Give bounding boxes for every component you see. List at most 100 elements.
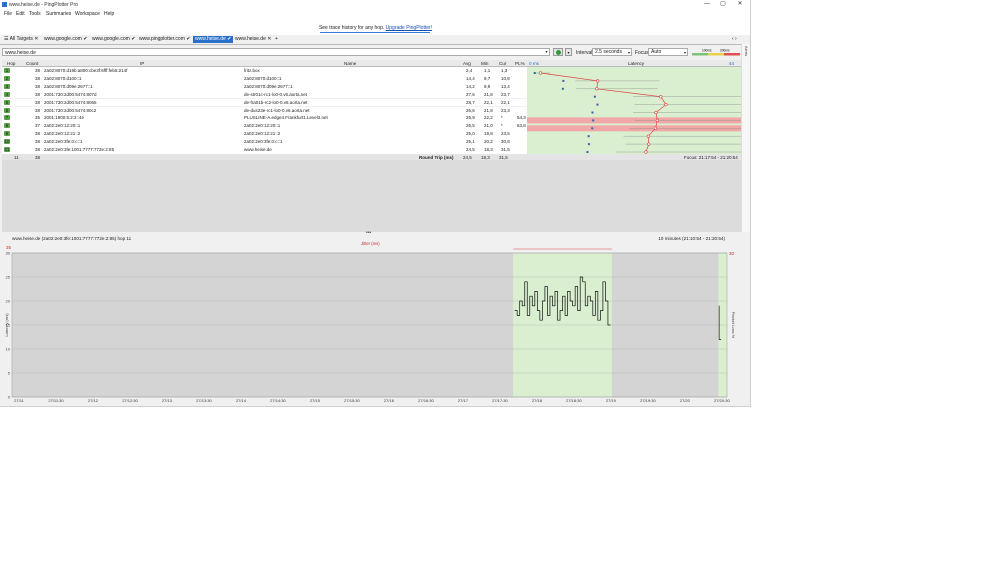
cur-cell: 23,3 [501, 107, 510, 113]
menu-file[interactable]: File [4, 11, 12, 17]
ip-cell: 2001:1900:5:2:2::4e [44, 115, 85, 121]
latency-sample-mark [591, 127, 594, 130]
grid-empty-area [2, 160, 741, 232]
avg-cell: 24,5 [466, 147, 475, 152]
focus-select[interactable]: Auto ▾ [648, 48, 688, 56]
x-tick-label: 27/19:30 [640, 398, 656, 403]
cur-cell: 22,1 [501, 99, 510, 105]
check-icon: ✔ [131, 36, 136, 42]
x-tick-label: 27/20:30 [714, 398, 730, 403]
menu-tools[interactable]: Tools [29, 11, 41, 17]
maximize-button[interactable]: ▢ [716, 1, 730, 8]
cur-cell: 30,8 [501, 139, 510, 145]
latency-average-point [646, 134, 650, 138]
col-min[interactable]: Min [481, 61, 488, 66]
avg-cell: 26,5 [466, 123, 475, 129]
min-cell: 9,9 [484, 83, 491, 89]
ip-cell: 2a02:2e0:3fe:1001:7777:772e:2:85 [44, 147, 115, 152]
ip-cell: 2001:730:2d00:5474:8065 [44, 99, 97, 105]
avg-cell: 27,6 [466, 91, 475, 97]
ip-cell: 2a02:8070:d100::1 [44, 75, 82, 81]
close-tab-icon[interactable]: ✕ [34, 36, 38, 42]
hop-number: 7 [4, 115, 10, 121]
cur-cell: * [501, 115, 503, 121]
min-cell: 22,1 [484, 99, 493, 105]
ip-cell: 2001:730:2d00:5474:80c2 [44, 107, 97, 113]
pl-cell: 54,3 [517, 115, 526, 121]
close-button[interactable]: ✕ [733, 1, 747, 8]
menu-help[interactable]: Help [104, 11, 114, 17]
x-tick-label: 27/18:30 [566, 398, 582, 403]
hop-number: 5 [4, 99, 10, 105]
col-avg[interactable]: Avg [463, 61, 471, 66]
avg-cell: 26,9 [466, 115, 475, 121]
name-cell: de-dus23e-rc1-lo0-0.v6.aorta.net [244, 107, 310, 113]
close-tab-icon[interactable]: ✕ [267, 36, 271, 42]
count-cell: 38 [35, 147, 41, 152]
col-cur[interactable]: Cur [499, 61, 506, 66]
x-tick-label: 27/12:30 [122, 398, 138, 403]
grid-header: Hop Count IP Name Avg Min Cur PL% 0 ms L… [2, 60, 741, 71]
tab-pingplotter[interactable]: www.pingplotter.com ✔ [137, 36, 192, 43]
check-icon: ✔ [227, 36, 232, 42]
trace-options-button[interactable]: ▾ [565, 48, 572, 56]
count-cell: 38 [35, 139, 41, 145]
latency-average-point [596, 79, 600, 83]
menu-edit[interactable]: Edit [16, 11, 25, 17]
interval-label: Interval [576, 50, 593, 56]
x-tick-label: 27/16 [384, 398, 395, 403]
col-latency[interactable]: Latency [628, 61, 644, 66]
latency-graph [527, 71, 750, 154]
min-cell: 19,8 [484, 131, 493, 137]
target-input[interactable]: www.heise.de [2, 48, 550, 56]
count-cell: 35 [35, 115, 41, 121]
add-tab-button[interactable]: + [273, 36, 280, 43]
tab-heise-2[interactable]: www.heise.de ✕ [233, 36, 273, 43]
ip-cell: 2a02:2e0:12:20::1 [44, 123, 81, 129]
latency-sample-mark [562, 79, 565, 82]
hop-number: 11 [4, 147, 10, 152]
latency-average-point [654, 110, 658, 115]
col-pl[interactable]: PL% [515, 61, 525, 66]
x-tick-label: 27/17 [458, 398, 469, 403]
y-tick-label: 10 [6, 347, 11, 352]
menu-bar: File Edit Tools Summaries Workspace Help [0, 9, 750, 18]
start-trace-button[interactable] [553, 48, 563, 56]
name-cell: www.heise.de [244, 147, 272, 152]
y-tick-label: 0 [8, 395, 11, 400]
upgrade-link[interactable]: Upgrade PingPlotter! [386, 25, 432, 31]
x-tick-label: 27/15 [310, 398, 321, 403]
avg-cell: 14,4 [466, 75, 475, 81]
min-cell: 9,7 [484, 75, 491, 81]
x-tick-label: 27/19 [606, 398, 617, 403]
name-cell: 2a02:8070:d100::1 [244, 75, 282, 81]
menu-workspace[interactable]: Workspace [75, 11, 100, 17]
col-name[interactable]: Name [344, 61, 356, 66]
menu-summaries[interactable]: Summaries [46, 11, 71, 17]
pingplotter-window: www.heise.de - PingPlotter Pro — ▢ ✕ Fil… [0, 0, 751, 407]
minimize-button[interactable]: — [700, 1, 714, 8]
latency-sample-mark [591, 111, 594, 114]
jitter-axis-top: 35 [6, 245, 12, 250]
name-cell: 2a02:8070:d09e:2677::1 [244, 83, 293, 89]
name-cell: 2a02:2e0:12:21::2 [244, 131, 281, 137]
latency-sample-mark [587, 143, 590, 146]
interval-select[interactable]: 2.5 seconds ▾ [592, 48, 632, 56]
tab-scroll-arrows[interactable]: ‹ › [730, 36, 739, 43]
tab-google-2[interactable]: www.google.com ✔ [90, 36, 137, 43]
chevron-down-icon: ▾ [683, 50, 686, 55]
col-hop[interactable]: Hop [7, 61, 15, 66]
cur-cell: 31,5 [501, 147, 510, 152]
col-count[interactable]: Count [26, 61, 38, 66]
alerts-side-panel[interactable]: Alerts [741, 44, 750, 234]
min-cell: 21,8 [484, 91, 493, 97]
col-ip[interactable]: IP [140, 61, 144, 66]
cur-cell: 23,7 [501, 91, 510, 97]
count-cell: 37 [35, 123, 41, 129]
tab-heise-active[interactable]: www.heise.de ✔ [193, 36, 234, 43]
target-dropdown-icon[interactable]: ▾ [543, 48, 550, 56]
tab-all-targets[interactable]: ☰ All Targets ✕ [2, 36, 40, 43]
loss-axis-top: 30 [729, 251, 735, 256]
tab-google-1[interactable]: www.google.com ✔ [42, 36, 89, 43]
chevron-down-icon: ▾ [627, 50, 630, 55]
